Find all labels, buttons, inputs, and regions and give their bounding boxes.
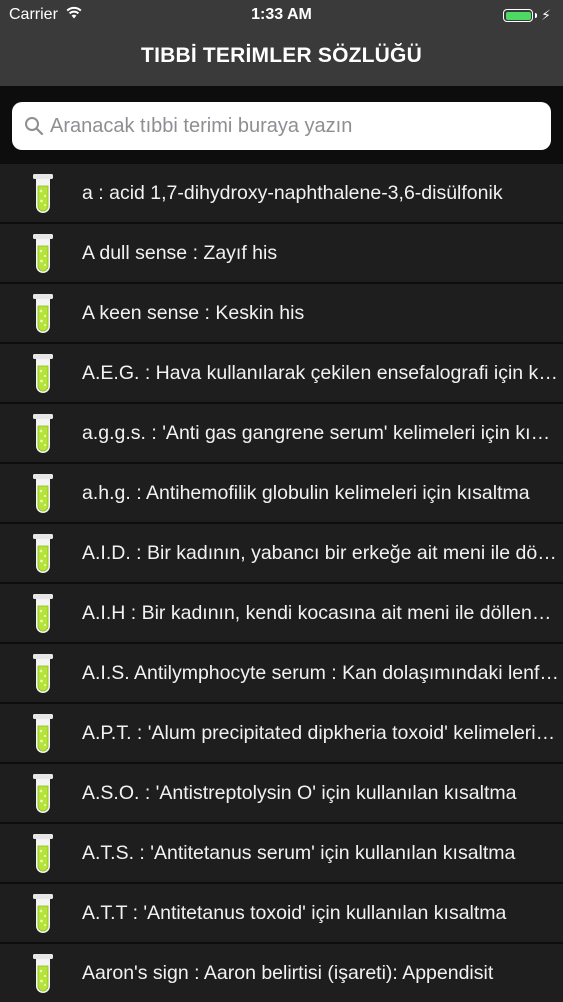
page-title: TIBBİ TERİMLER SÖZLÜĞÜ — [141, 44, 422, 67]
test-tube-icon — [30, 833, 56, 875]
list-item[interactable]: Aaron's sign : Aaron belirtisi (işareti)… — [0, 944, 563, 1002]
list-item-label: A.I.S. Antilymphocyte serum : Kan dolaşı… — [82, 662, 559, 684]
list-item-label: A.I.H : Bir kadının, kendi kocasına ait … — [82, 602, 559, 624]
list-item-label: a : acid 1,7-dihydroxy-naphthalene-3,6-d… — [82, 182, 503, 204]
list-item[interactable]: A dull sense : Zayıf his — [0, 224, 563, 282]
list-item[interactable]: A.I.S. Antilymphocyte serum : Kan dolaşı… — [0, 644, 563, 702]
list-item[interactable]: A.E.G. : Hava kullanılarak çekilen ensef… — [0, 344, 563, 402]
list-item[interactable]: a.g.g.s. : 'Anti gas gangrene serum' kel… — [0, 404, 563, 462]
status-bar: Carrier 1:33 AM ⚡ — [0, 0, 563, 30]
list-item-label: Aaron's sign : Aaron belirtisi (işareti)… — [82, 962, 494, 984]
test-tube-icon — [30, 773, 56, 815]
list-item[interactable]: A.T.S. : 'Antitetanus serum' için kullan… — [0, 824, 563, 882]
list-item[interactable]: a.h.g. : Antihemofilik globulin kelimele… — [0, 464, 563, 522]
test-tube-icon — [30, 473, 56, 515]
list-item-label: A.T.T : 'Antitetanus toxoid' için kullan… — [82, 902, 507, 924]
term-list[interactable]: a : acid 1,7-dihydroxy-naphthalene-3,6-d… — [0, 164, 563, 1002]
list-item[interactable]: A.S.O. : 'Antistreptolysin O' için kulla… — [0, 764, 563, 822]
list-item-label: A.T.S. : 'Antitetanus serum' için kullan… — [82, 842, 516, 864]
list-item[interactable]: A.T.T : 'Antitetanus toxoid' için kullan… — [0, 884, 563, 942]
test-tube-icon — [30, 713, 56, 755]
test-tube-icon — [30, 593, 56, 635]
test-tube-icon — [30, 653, 56, 695]
list-item[interactable]: a : acid 1,7-dihydroxy-naphthalene-3,6-d… — [0, 164, 563, 222]
test-tube-icon — [30, 533, 56, 575]
search-field[interactable] — [12, 102, 551, 150]
test-tube-icon — [30, 233, 56, 275]
charging-bolt-icon: ⚡ — [541, 7, 551, 23]
test-tube-icon — [30, 353, 56, 395]
status-right: ⚡ — [503, 7, 551, 24]
test-tube-icon — [30, 413, 56, 455]
navigation-bar: TIBBİ TERİMLER SÖZLÜĞÜ — [0, 30, 563, 86]
test-tube-icon — [30, 173, 56, 215]
search-bar — [0, 86, 563, 164]
list-item[interactable]: A.I.H : Bir kadının, kendi kocasına ait … — [0, 584, 563, 642]
search-icon — [24, 116, 44, 136]
list-item-label: A keen sense : Keskin his — [82, 302, 305, 324]
list-item-label: a.h.g. : Antihemofilik globulin kelimele… — [82, 482, 530, 504]
test-tube-icon — [30, 293, 56, 335]
list-item-label: A dull sense : Zayıf his — [82, 242, 278, 264]
list-item-label: A.I.D. : Bir kadının, yabancı bir erkeğe… — [82, 542, 559, 564]
list-item[interactable]: A.I.D. : Bir kadının, yabancı bir erkeğe… — [0, 524, 563, 582]
list-item-label: A.S.O. : 'Antistreptolysin O' için kulla… — [82, 782, 517, 804]
test-tube-icon — [30, 893, 56, 935]
search-input[interactable] — [50, 114, 530, 138]
list-item-label: a.g.g.s. : 'Anti gas gangrene serum' kel… — [82, 422, 559, 444]
test-tube-icon — [30, 953, 56, 995]
list-item[interactable]: A.P.T. : 'Alum precipitated dipkheria to… — [0, 704, 563, 762]
status-time: 1:33 AM — [251, 6, 312, 23]
list-item[interactable]: A keen sense : Keskin his — [0, 284, 563, 342]
battery-icon — [503, 9, 538, 22]
list-item-label: A.E.G. : Hava kullanılarak çekilen ensef… — [82, 362, 559, 384]
list-item-label: A.P.T. : 'Alum precipitated dipkheria to… — [82, 722, 559, 744]
